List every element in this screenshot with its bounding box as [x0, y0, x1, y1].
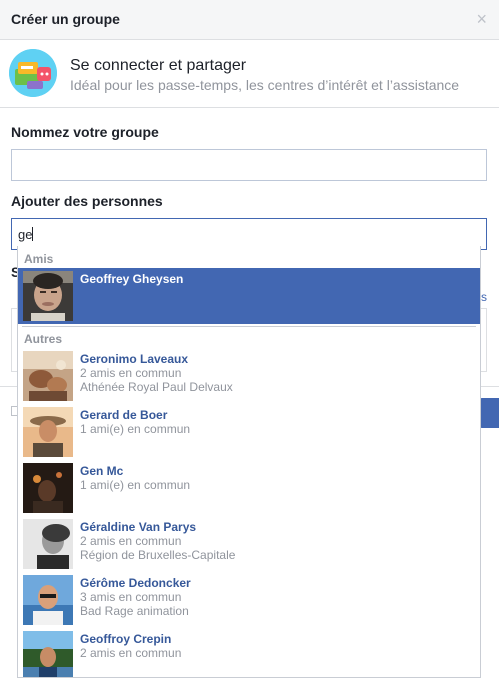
- suggestion-name: Geoffroy Crepin: [80, 632, 172, 646]
- avatar: [23, 463, 73, 513]
- mutual-friends: 2 amis en commun: [80, 646, 182, 660]
- suggestion-name: Géraldine Van Parys: [80, 520, 197, 534]
- create-button[interactable]: [480, 398, 499, 428]
- text-cursor: [32, 227, 34, 241]
- suggestion-detail: Région de Bruxelles-Capitale: [80, 548, 236, 562]
- others-section-header: Autres: [18, 328, 480, 348]
- mutual-friends: 1 ami(e) en commun: [80, 478, 191, 492]
- group-type-title: Se connecter et partager: [70, 57, 247, 74]
- suggestion-detail: Bad Rage animation: [80, 604, 189, 618]
- group-category-icon: [9, 49, 57, 97]
- avatar: [23, 407, 73, 457]
- suggestion-item[interactable]: Gérôme Dedoncker 3 amis en commun Bad Ra…: [18, 572, 480, 628]
- group-type-subtitle: Idéal pour les passe-temps, les centres …: [70, 77, 460, 93]
- suggestion-name: Gen Mc: [80, 464, 124, 478]
- friends-section-header: Amis: [18, 248, 480, 268]
- avatar: [23, 519, 73, 569]
- suggestion-item-friend[interactable]: Geoffrey Gheysen: [18, 268, 480, 324]
- avatar: [23, 351, 73, 401]
- suggestion-item[interactable]: Geoffroy Crepin 2 amis en commun: [18, 628, 480, 677]
- suggestion-item[interactable]: Gen Mc 1 ami(e) en commun: [18, 460, 480, 516]
- group-type-row[interactable]: Se connecter et partager Idéal pour les …: [0, 41, 499, 108]
- close-icon[interactable]: ×: [476, 10, 487, 28]
- group-name-input[interactable]: [11, 149, 487, 181]
- suggestion-detail: Athénée Royal Paul Delvaux: [80, 380, 233, 394]
- avatar: [23, 271, 73, 321]
- suggestion-name: Geoffrey Gheysen: [80, 272, 184, 286]
- suggestion-item[interactable]: Gerard de Boer 1 ami(e) en commun: [18, 404, 480, 460]
- people-suggestions-dropdown: Amis Geoffrey Gheysen Autres Geronimo La…: [17, 246, 481, 678]
- avatar: [23, 631, 73, 677]
- suggestion-item[interactable]: Geronimo Laveaux 2 amis en commun Athéné…: [18, 348, 480, 404]
- dialog-header: Créer un groupe ×: [0, 0, 499, 40]
- group-name-label: Nommez votre groupe: [11, 124, 159, 140]
- mutual-friends: 2 amis en commun: [80, 366, 182, 380]
- privacy-link[interactable]: s: [481, 290, 487, 304]
- add-people-value: ge: [18, 227, 33, 242]
- mutual-friends: 2 amis en commun: [80, 534, 182, 548]
- add-people-label: Ajouter des personnes: [11, 193, 163, 209]
- section-divider: [22, 326, 476, 327]
- mutual-friends: 1 ami(e) en commun: [80, 422, 191, 436]
- mutual-friends: 3 amis en commun: [80, 590, 182, 604]
- dialog-title: Créer un groupe: [11, 11, 120, 27]
- suggestion-name: Geronimo Laveaux: [80, 352, 189, 366]
- suggestion-name: Gerard de Boer: [80, 408, 168, 422]
- avatar: [23, 575, 73, 625]
- suggestion-item[interactable]: Géraldine Van Parys 2 amis en commun Rég…: [18, 516, 480, 572]
- suggestion-name: Gérôme Dedoncker: [80, 576, 191, 590]
